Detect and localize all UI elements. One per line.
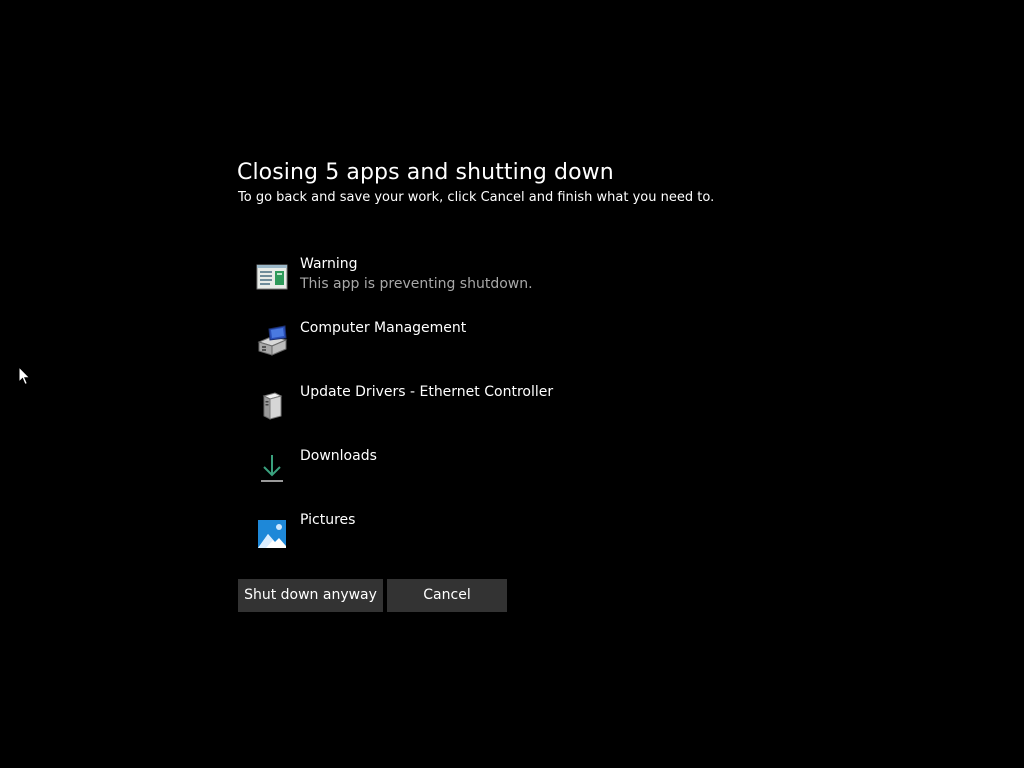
app-name: Downloads — [300, 448, 377, 464]
shutdown-dialog: Closing 5 apps and shutting down To go b… — [237, 158, 797, 612]
shut-down-anyway-button[interactable]: Shut down anyway — [238, 579, 383, 612]
app-item-update-drivers: Update Drivers - Ethernet Controller — [255, 382, 755, 446]
app-item-pictures: Pictures — [255, 510, 755, 574]
app-name: Update Drivers - Ethernet Controller — [300, 384, 554, 400]
app-name: Computer Management — [300, 320, 467, 336]
dialog-title: Closing 5 apps and shutting down — [237, 160, 614, 185]
dialog-subtitle: To go back and save your work, click Can… — [238, 190, 715, 205]
computer-management-icon — [257, 325, 288, 356]
device-driver-icon — [262, 392, 283, 420]
mouse-pointer-icon — [18, 366, 31, 386]
shutdown-screen: Closing 5 apps and shutting down To go b… — [0, 0, 1024, 768]
app-status-text: This app is preventing shutdown. — [300, 276, 533, 292]
app-item-computer-management: Computer Management — [255, 318, 755, 382]
blocking-app-list: Warning This app is preventing shutdown.… — [255, 254, 755, 574]
app-item-warning: Warning This app is preventing shutdown. — [255, 254, 755, 318]
cancel-button[interactable]: Cancel — [387, 579, 507, 612]
pictures-icon — [258, 520, 286, 548]
app-item-downloads: Downloads — [255, 446, 755, 510]
warning-app-icon — [256, 264, 288, 290]
app-name: Pictures — [300, 512, 356, 528]
dialog-buttons: Shut down anyway Cancel — [238, 579, 507, 612]
app-name: Warning — [300, 256, 358, 272]
download-arrow-icon — [261, 455, 283, 482]
